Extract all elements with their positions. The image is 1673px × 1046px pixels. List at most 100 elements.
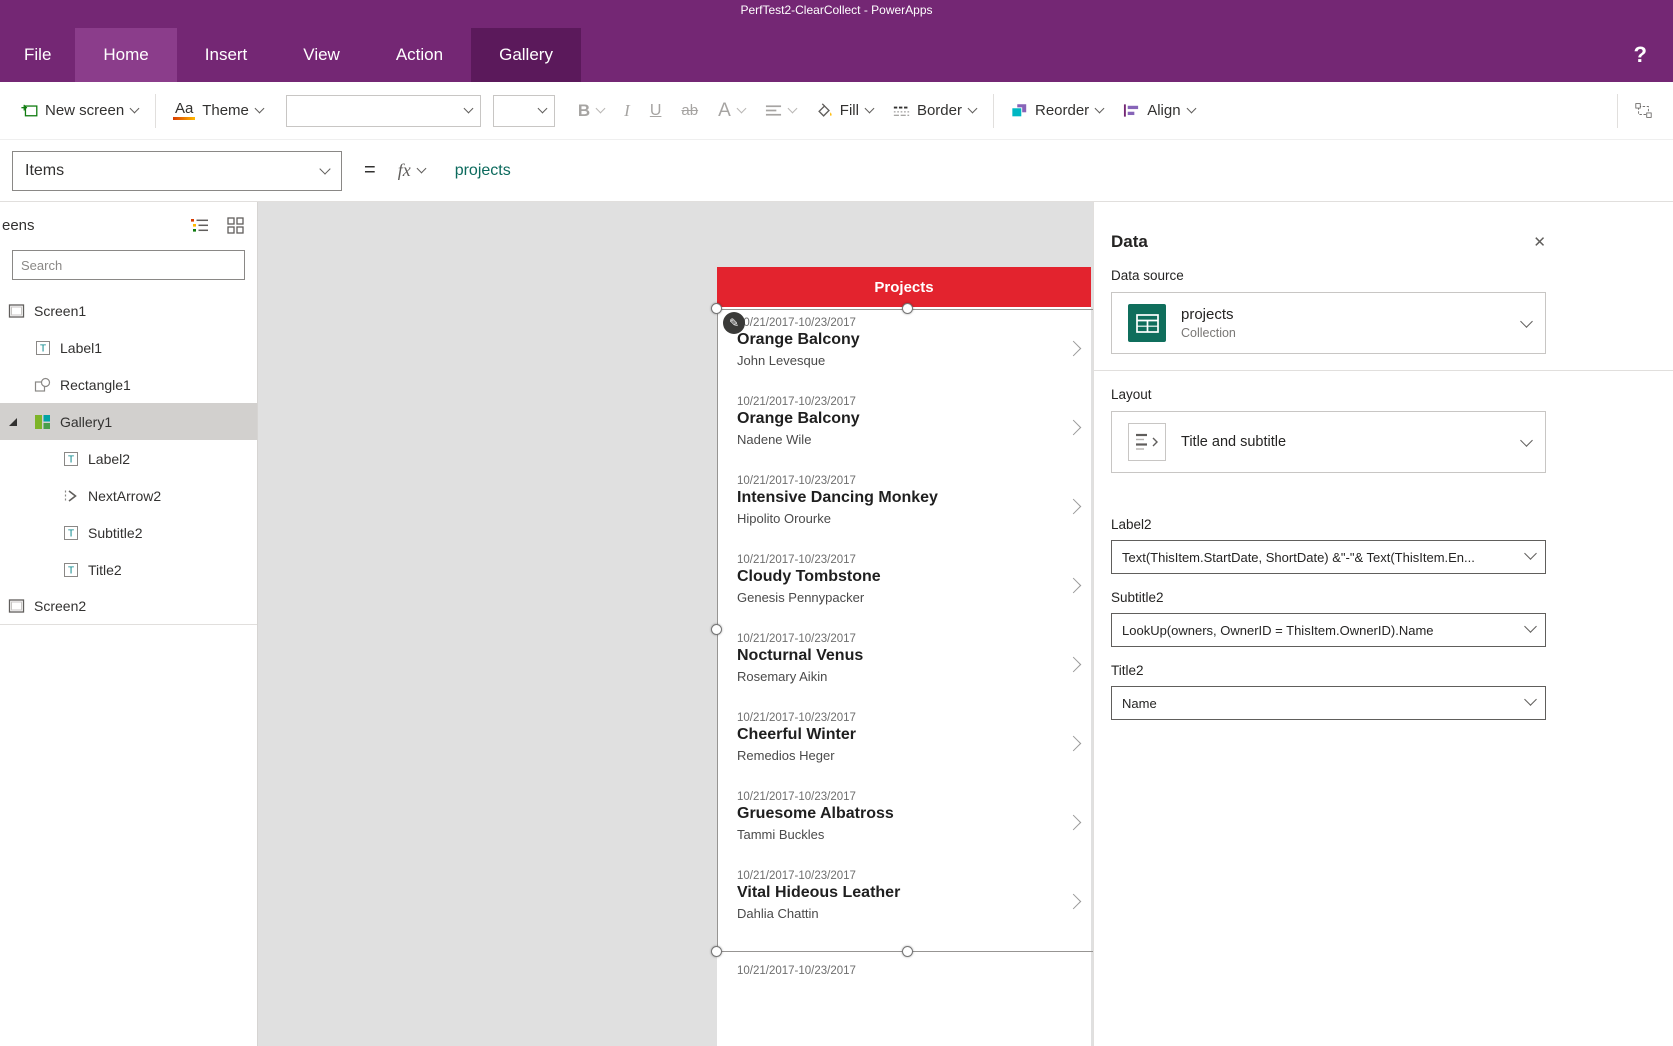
fill-button[interactable]: Fill [807,96,882,125]
search-box [12,250,245,280]
gallery-header-label: Projects [874,279,933,296]
strikethrough-button[interactable]: ab [672,96,707,125]
resize-handle-top-left[interactable] [711,303,722,314]
chevron-down-icon [968,104,978,114]
property-select[interactable]: Items [12,151,342,191]
help-button[interactable]: ? [1608,28,1673,82]
label-icon: T [62,562,79,578]
border-icon [893,103,910,119]
screen-icon [8,598,25,614]
edit-gallery-pencil-icon[interactable]: ✎ [723,312,745,334]
gallery-item[interactable]: 10/21/2017-10/23/2017 Nocturnal Venus Ro… [717,623,1091,702]
close-icon[interactable]: ✕ [1533,233,1546,251]
thumbnail-view-icon[interactable] [223,214,247,236]
label-icon: T [62,525,79,541]
gallery-item[interactable]: 10/21/2017-10/23/2017 Gruesome Albatross… [717,781,1091,860]
next-arrow-icon[interactable] [1066,499,1082,515]
resize-handle-middle-left[interactable] [711,624,722,635]
bold-button[interactable]: B [569,95,613,127]
border-button[interactable]: Border [884,96,985,125]
gallery-header[interactable]: Projects [717,267,1091,307]
formula-expression[interactable]: projects [455,162,511,180]
group-button[interactable] [1626,97,1661,125]
group-icon [1635,103,1652,119]
align-button[interactable]: Align [1114,96,1203,125]
tree-item-screen1[interactable]: Screen1 [0,292,257,329]
next-arrow-icon[interactable] [1066,894,1082,910]
gallery-item[interactable]: 10/21/2017-10/23/2017 Cheerful Winter Re… [717,702,1091,781]
gallery-item-subtitle: Nadene Wile [737,432,1061,447]
layout-select[interactable]: Title and subtitle [1111,411,1546,473]
reorder-button[interactable]: Reorder [1002,96,1112,125]
subtitle2-field-select[interactable]: LookUp(owners, OwnerID = ThisItem.OwnerI… [1111,613,1546,647]
gallery-item-title: Cloudy Tombstone [737,568,1061,586]
field-label: Title2 [1111,663,1546,678]
text-align-button[interactable] [756,97,805,125]
tree-item-label1[interactable]: T Label1 [0,329,257,366]
resize-handle-top-middle[interactable] [902,303,913,314]
menu-gallery[interactable]: Gallery [471,28,581,82]
toolbar-separator [993,94,994,128]
menu-view[interactable]: View [275,28,368,82]
new-screen-button[interactable]: New screen [12,96,147,125]
chevron-down-icon [736,104,746,114]
chevron-down-icon [254,104,264,114]
tree-item-label: Screen2 [34,598,86,614]
gallery-item-title: Orange Balcony [737,331,1061,349]
chevron-down-icon [416,164,426,174]
label2-field-select[interactable]: Text(ThisItem.StartDate, ShortDate) &"-"… [1111,540,1546,574]
tree-item-subtitle2[interactable]: T Subtitle2 [0,514,257,551]
gallery-item-date: 10/21/2017-10/23/2017 [737,633,1061,645]
fx-button[interactable]: fx [398,160,425,181]
search-input[interactable] [21,258,236,273]
menu-action[interactable]: Action [368,28,471,82]
screens-panel: eens Screen1 T La [0,202,258,1046]
next-arrow-icon[interactable] [1066,815,1082,831]
gallery-icon [34,414,51,430]
font-size-select[interactable] [493,95,555,127]
resize-handle-bottom-left[interactable] [711,946,722,957]
gallery-item[interactable]: 10/21/2017-10/23/2017 Cloudy Tombstone G… [717,544,1091,623]
gallery-item[interactable]: 10/21/2017-10/23/2017 Intensive Dancing … [717,465,1091,544]
screen-icon [8,303,25,319]
menu-file[interactable]: File [0,28,75,82]
tree-item-gallery1[interactable]: Gallery1 [0,403,257,440]
menu-home[interactable]: Home [75,28,176,82]
italic-button[interactable]: I [615,95,639,127]
gallery-item[interactable]: 10/21/2017-10/23/2017 Vital Hideous Leat… [717,860,1091,939]
gallery-item-subtitle: Dahlia Chattin [737,906,1061,921]
gallery-item[interactable]: 10/21/2017-10/23/2017 Orange Balcony Joh… [717,307,1091,386]
data-panel-title: Data [1111,232,1148,252]
design-canvas[interactable]: Projects 10/21/2017-10/23/2017 Orange Ba… [258,202,1093,1046]
underline-button[interactable]: U [641,96,671,126]
tree-item-title2[interactable]: T Title2 [0,551,257,588]
next-arrow-icon [62,488,79,504]
data-panel: Data ✕ Data source projects Collection L… [1093,202,1673,1046]
tree-view-icon[interactable] [187,214,211,236]
font-color-icon: A [718,100,731,122]
data-source-select[interactable]: projects Collection [1111,292,1546,354]
tree-item-screen2[interactable]: Screen2 [0,588,257,625]
chevron-down-icon [463,104,473,114]
tree-item-label2[interactable]: T Label2 [0,440,257,477]
theme-button[interactable]: Aa Theme [164,95,272,126]
gallery-item-date: 10/21/2017-10/23/2017 [737,870,1061,882]
label-icon: T [34,340,51,356]
next-arrow-icon[interactable] [1066,657,1082,673]
tree-item-rectangle1[interactable]: Rectangle1 [0,366,257,403]
tree-item-nextarrow2[interactable]: NextArrow2 [0,477,257,514]
collapse-expander-icon[interactable] [9,418,17,426]
next-arrow-icon[interactable] [1066,736,1082,752]
next-arrow-icon[interactable] [1066,420,1082,436]
tree-item-label: Title2 [88,562,122,578]
title2-field-select[interactable]: Name [1111,686,1546,720]
next-arrow-icon[interactable] [1066,578,1082,594]
menu-insert[interactable]: Insert [177,28,276,82]
gallery-item[interactable]: 10/21/2017-10/23/2017 Orange Balcony Nad… [717,386,1091,465]
gallery1-control[interactable]: Projects 10/21/2017-10/23/2017 Orange Ba… [717,267,1091,1046]
next-arrow-icon[interactable] [1066,341,1082,357]
chevron-down-icon [1524,693,1537,706]
resize-handle-bottom-middle[interactable] [902,946,913,957]
font-family-select[interactable] [286,95,481,127]
font-color-button[interactable]: A [709,94,754,128]
